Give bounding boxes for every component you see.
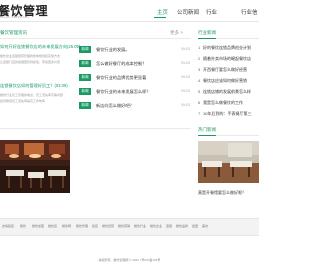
sidebar-item-number: 6	[198, 100, 201, 105]
news-list-item[interactable]: 新闻 餐饮行业的发展。 09-03	[79, 44, 190, 56]
sidebar-recommend-title: 行业新闻	[198, 30, 216, 35]
news-tag: 新闻	[79, 46, 91, 53]
news-tag: 新闻	[79, 88, 91, 95]
sidebar-hot-title: 热门新闻	[198, 127, 216, 132]
hot-news-caption[interactable]: 莫是开餐馆要怎么做好呢？	[198, 190, 246, 196]
friend-link[interactable]: 餐饮营销	[118, 224, 130, 228]
sidebar-item-label[interactable]: 好的餐饮连锁品牌创业计划	[203, 44, 251, 52]
news-title[interactable]: 餐饮行业的发展。	[96, 46, 130, 53]
friend-link[interactable]: 餐饮企业	[150, 224, 162, 228]
news-title[interactable]: 餐饮行业的未来发展怎么样？	[96, 88, 150, 95]
sidebar-title-bar	[198, 38, 216, 39]
sidebar-item-number: 3	[198, 67, 201, 72]
friend-link[interactable]: 加盟	[192, 224, 198, 228]
sidebar-item-label[interactable]: 餐饮店应该如何做好营销	[203, 77, 247, 85]
friend-link[interactable]: 连锁	[166, 224, 172, 228]
news-title[interactable]: 餐饮行业的品牌优势更显著	[96, 74, 146, 81]
restaurant-photo[interactable]	[0, 140, 70, 193]
nav-item-company-news[interactable]: 公司新闻	[177, 8, 199, 16]
friend-link[interactable]: 餐饮品牌	[176, 224, 188, 228]
featured-article-excerpt: 餐饮行业员工管理的难点，员工流失率高等问题	[0, 93, 64, 97]
nav-item-industry[interactable]: 行业	[206, 8, 217, 16]
sidebar-item[interactable]: 7 10年后到的：手表餐厅第三	[198, 109, 259, 119]
friend-link[interactable]: 餐饮网	[62, 224, 71, 228]
sidebar-item-label[interactable]: 随着外卖市场的崛起餐饮店	[203, 55, 251, 63]
hot-news-photo[interactable]	[198, 141, 259, 183]
news-date: 09-03	[181, 103, 190, 107]
sidebar-item[interactable]: 6 我是怎么做餐饮的工作	[198, 98, 259, 108]
sidebar-item[interactable]: 3 开西餐厅要怎么做好经营	[198, 65, 259, 75]
nav-item-industry-info[interactable]: 行业信	[241, 8, 258, 16]
sidebar-item-number: 1	[198, 45, 201, 50]
friend-link[interactable]: 美食	[202, 224, 208, 228]
nav-item-home[interactable]: 主页	[157, 8, 168, 16]
site-logo-subtitle: canyin.h8899.com	[0, 15, 30, 19]
sidebar-item[interactable]: 4 餐饮店应该如何做好营销	[198, 76, 259, 86]
sidebar-title-rule	[216, 135, 259, 136]
friend-link[interactable]: 餐饮经营	[102, 224, 114, 228]
news-tag: 新闻	[79, 102, 91, 109]
sidebar-item-number: 5	[198, 89, 201, 94]
news-list-item[interactable]: 新闻 新店向怎么做好吧？ 09-03	[79, 100, 190, 112]
news-date: 09-03	[181, 47, 190, 51]
news-list-item[interactable]: 新闻 怎么做好餐厅的成本控制？ 09-03	[79, 58, 190, 70]
sidebar-item-number: 4	[198, 78, 201, 83]
news-title[interactable]: 怎么做好餐厅的成本控制？	[96, 60, 146, 67]
friend-link[interactable]: 餐饮管理	[76, 224, 88, 228]
news-tag: 新闻	[79, 60, 91, 67]
nav-active-indicator	[154, 17, 166, 18]
news-date: 09-03	[181, 61, 190, 65]
header-divider	[0, 21, 259, 22]
featured-article-excerpt: 如何降低员工流失率提高工作效率	[0, 99, 46, 103]
friend-link[interactable]: 餐饮行业	[134, 224, 146, 228]
news-date: 09-03	[181, 89, 190, 93]
main-section-rule	[0, 38, 191, 39]
featured-article-excerpt: 餐饮企业连锁经营管理的整体规划和实施方法	[0, 54, 61, 58]
sidebar-item-label[interactable]: 连锁店铺的发展前景怎么样	[203, 88, 251, 96]
sidebar-item[interactable]: 5 连锁店铺的发展前景怎么样	[198, 87, 259, 97]
news-title[interactable]: 新店向怎么做好吧？	[96, 102, 134, 109]
sidebar-item-label[interactable]: 我是怎么做餐饮的工作	[203, 99, 243, 107]
sidebar-item[interactable]: 1 好的餐饮连锁品牌创业计划	[198, 43, 259, 53]
main-nav: 主页 公司新闻 行业 行业信	[150, 8, 259, 21]
news-list-item[interactable]: 新闻 餐饮行业的品牌优势更显著 09-03	[79, 72, 190, 84]
content-divider	[0, 128, 191, 129]
friend-links-label: 友情链接	[2, 224, 15, 228]
featured-article-title[interactable]: 如何开好连锁餐饮店的未来发展方向(25.09)	[0, 44, 80, 50]
sidebar-item-label[interactable]: 10年后到的：手表餐厅第三	[203, 110, 251, 118]
sidebar-item-number: 7	[198, 111, 201, 116]
sidebar-item-number: 2	[198, 56, 201, 61]
main-section-title: 餐饮管理资讯	[0, 30, 27, 35]
sidebar-item[interactable]: 2 随着外卖市场的崛起餐饮店	[198, 54, 259, 64]
news-tag: 新闻	[79, 74, 91, 81]
sidebar-title-rule	[216, 38, 259, 39]
sidebar-title-bar	[198, 135, 216, 136]
featured-article-title[interactable]: 连锁餐饮店如何管理好员工？(03.09)	[0, 83, 68, 89]
featured-article-excerpt: 让连锁门店的发展更有持续性，带来更多价值	[0, 60, 61, 64]
sidebar-item-label[interactable]: 开西餐厅要怎么做好经营	[203, 66, 247, 74]
site-footer: 版权所有 - 餐饮管理网 © 2022 | 粤ICP备123号	[98, 258, 161, 262]
more-link[interactable]: 更多 >	[170, 30, 183, 36]
friend-link[interactable]: 餐饮店	[48, 224, 57, 228]
news-list-item[interactable]: 新闻 餐饮行业的未来发展怎么样？ 09-03	[79, 86, 190, 98]
news-date: 09-03	[181, 75, 190, 79]
featured-article[interactable]: 连锁餐饮店如何管理好员工？(03.09) 餐饮行业员工管理的难点，员工流失率高等…	[0, 83, 75, 113]
friend-link[interactable]: 餐饮	[20, 224, 26, 228]
friend-links-bar: 友情链接 餐饮 餐饮加盟 餐饮店 餐饮网 餐饮管理 饭店 餐饮经营 餐饮营销 餐…	[0, 218, 259, 236]
friend-link[interactable]: 饭店	[92, 224, 98, 228]
featured-article[interactable]: 如何开好连锁餐饮店的未来发展方向(25.09) 餐饮企业连锁经营管理的整体规划和…	[0, 44, 80, 74]
friend-link[interactable]: 餐饮加盟	[32, 224, 44, 228]
